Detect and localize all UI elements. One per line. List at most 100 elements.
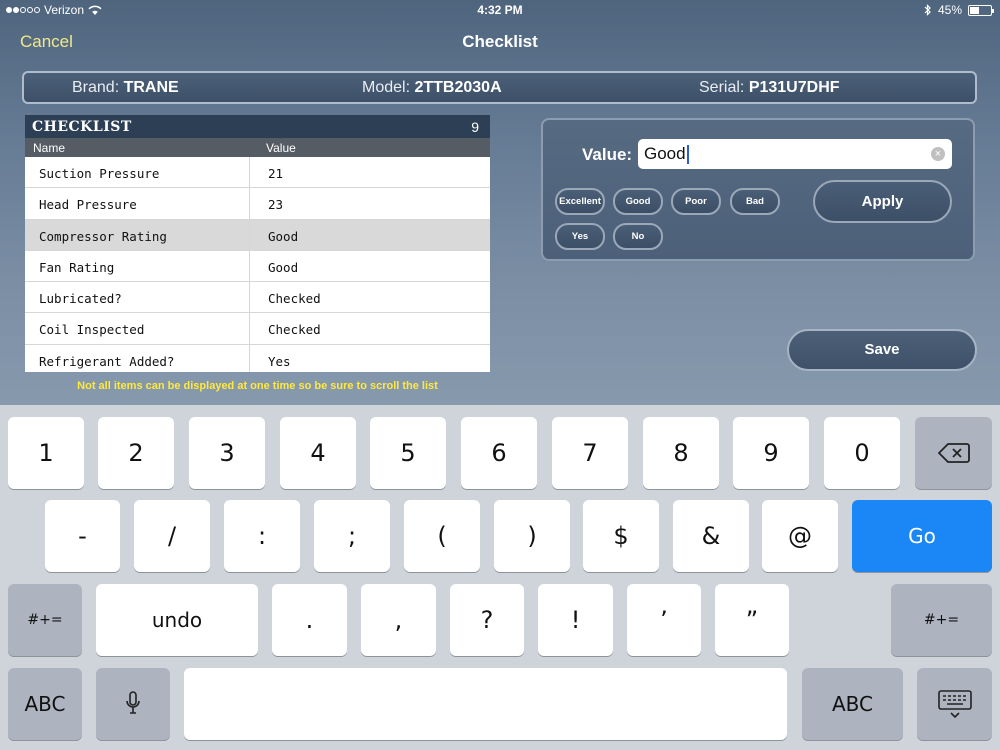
chip-good[interactable]: Good bbox=[613, 188, 663, 215]
go-button[interactable]: Go bbox=[852, 500, 992, 572]
key-5[interactable]: 5 bbox=[370, 417, 446, 489]
battery-percent: 45% bbox=[937, 3, 962, 17]
abc-key-right[interactable]: ABC bbox=[802, 668, 903, 740]
key-dollar[interactable]: $ bbox=[583, 500, 659, 572]
space-key[interactable] bbox=[184, 668, 787, 740]
model-label: Model: bbox=[362, 79, 411, 96]
model-value: 2TTB2030A bbox=[414, 79, 502, 96]
status-time: 4:32 PM bbox=[477, 3, 523, 17]
checklist-table[interactable]: CHECKLIST 9 Name Value Suction Pressure … bbox=[25, 115, 490, 372]
value-input[interactable]: Good × bbox=[638, 139, 952, 169]
key-quote[interactable]: ” bbox=[715, 584, 789, 656]
equipment-info-bar: Brand: TRANE Model: 2TTB2030A Serial: P1… bbox=[22, 71, 977, 104]
dictation-key[interactable] bbox=[96, 668, 170, 740]
serial-label: Serial: bbox=[699, 79, 745, 96]
key-0[interactable]: 0 bbox=[824, 417, 900, 489]
hide-keyboard-key[interactable] bbox=[917, 668, 992, 740]
scroll-hint-text: Not all items can be displayed at one ti… bbox=[77, 380, 438, 392]
table-row[interactable]: Fan Rating Good bbox=[25, 250, 490, 283]
serial-value: P131U7DHF bbox=[748, 79, 840, 96]
value-label: Value: bbox=[582, 145, 633, 164]
key-question[interactable]: ? bbox=[450, 584, 524, 656]
chip-no[interactable]: No bbox=[613, 223, 663, 250]
row-value: Good bbox=[268, 228, 299, 244]
table-row[interactable]: Suction Pressure 21 bbox=[25, 157, 490, 189]
microphone-icon bbox=[126, 691, 140, 714]
row-value: Good bbox=[268, 259, 299, 275]
key-hyphen[interactable]: - bbox=[45, 500, 120, 572]
row-name: Suction Pressure bbox=[39, 166, 160, 181]
column-header-name: Name bbox=[33, 141, 66, 155]
key-3[interactable]: 3 bbox=[189, 417, 265, 489]
chip-excellent[interactable]: Excellent bbox=[555, 188, 605, 215]
save-button[interactable]: Save bbox=[787, 329, 977, 371]
key-7[interactable]: 7 bbox=[552, 417, 628, 489]
apply-button[interactable]: Apply bbox=[813, 180, 952, 223]
key-close-paren[interactable]: ) bbox=[494, 500, 570, 572]
value-input-text: Good bbox=[644, 144, 686, 163]
checklist-column-headers: Name Value bbox=[25, 138, 490, 157]
brand-value: TRANE bbox=[123, 79, 179, 96]
status-right: 45% bbox=[924, 3, 994, 17]
chip-bad[interactable]: Bad bbox=[730, 188, 780, 215]
key-slash[interactable]: / bbox=[134, 500, 210, 572]
more-symbols-key-left[interactable]: #+= bbox=[8, 584, 82, 656]
column-divider bbox=[249, 188, 250, 219]
key-2[interactable]: 2 bbox=[98, 417, 174, 489]
clear-icon[interactable]: × bbox=[931, 147, 945, 161]
chip-yes[interactable]: Yes bbox=[555, 223, 605, 250]
row-name: Head Pressure bbox=[39, 197, 137, 213]
more-symbols-key-right[interactable]: #+= bbox=[891, 584, 992, 656]
table-row[interactable]: Coil Inspected Checked bbox=[25, 313, 490, 345]
chip-poor[interactable]: Poor bbox=[671, 188, 721, 215]
key-semicolon[interactable]: ; bbox=[314, 500, 390, 572]
brand-info: Brand: TRANE bbox=[72, 79, 179, 97]
key-1[interactable]: 1 bbox=[8, 417, 84, 489]
column-divider bbox=[249, 219, 250, 250]
table-row[interactable]: Refrigerant Added? Yes bbox=[25, 344, 490, 372]
key-apostrophe[interactable]: ’ bbox=[627, 584, 701, 656]
battery-icon bbox=[968, 4, 994, 16]
column-divider bbox=[249, 282, 250, 313]
row-value: Checked bbox=[268, 291, 321, 307]
status-bar: Verizon 4:32 PM 45% bbox=[0, 0, 1000, 20]
backspace-key[interactable] bbox=[915, 417, 992, 489]
column-header-value: Value bbox=[266, 141, 296, 155]
key-colon[interactable]: : bbox=[224, 500, 300, 572]
page-title: Checklist bbox=[462, 32, 538, 51]
undo-key[interactable]: undo bbox=[96, 584, 258, 656]
key-comma[interactable]: , bbox=[361, 584, 436, 656]
text-cursor bbox=[686, 144, 689, 164]
row-name: Fan Rating bbox=[39, 259, 115, 275]
nav-bar: Cancel Checklist bbox=[0, 20, 1000, 64]
row-name: Lubricated? bbox=[39, 291, 122, 307]
key-6[interactable]: 6 bbox=[461, 417, 537, 489]
row-value: Checked bbox=[268, 322, 321, 338]
key-9[interactable]: 9 bbox=[733, 417, 809, 489]
key-at[interactable]: @ bbox=[762, 500, 838, 572]
column-divider bbox=[249, 250, 250, 282]
row-value: 23 bbox=[268, 197, 284, 213]
numeric-keyboard: 1 2 3 4 5 6 7 8 9 0 - / : ; ( ) $ & @ Go… bbox=[0, 405, 1000, 750]
model-info: Model: 2TTB2030A bbox=[362, 79, 502, 97]
key-ampersand[interactable]: & bbox=[673, 500, 749, 572]
key-8[interactable]: 8 bbox=[643, 417, 719, 489]
table-row[interactable]: Head Pressure 23 bbox=[25, 188, 490, 220]
abc-key-left[interactable]: ABC bbox=[8, 668, 82, 740]
key-open-paren[interactable]: ( bbox=[404, 500, 480, 572]
row-name: Compressor Rating bbox=[39, 228, 167, 244]
column-divider bbox=[249, 157, 250, 188]
checklist-title: CHECKLIST bbox=[32, 119, 132, 135]
table-row-selected[interactable]: Compressor Rating Good bbox=[25, 219, 490, 251]
key-4[interactable]: 4 bbox=[280, 417, 356, 489]
checklist-header: CHECKLIST 9 bbox=[25, 115, 490, 138]
value-editor-panel: Value: Good × Excellent Good Poor Bad Ye… bbox=[541, 118, 975, 261]
key-period[interactable]: . bbox=[272, 584, 347, 656]
column-divider bbox=[249, 344, 250, 372]
key-exclamation[interactable]: ! bbox=[538, 584, 613, 656]
backspace-icon bbox=[937, 443, 970, 463]
keyboard-dismiss-icon bbox=[937, 690, 972, 719]
row-value: Yes bbox=[268, 353, 291, 369]
table-row[interactable]: Lubricated? Checked bbox=[25, 282, 490, 314]
column-divider bbox=[249, 313, 250, 344]
